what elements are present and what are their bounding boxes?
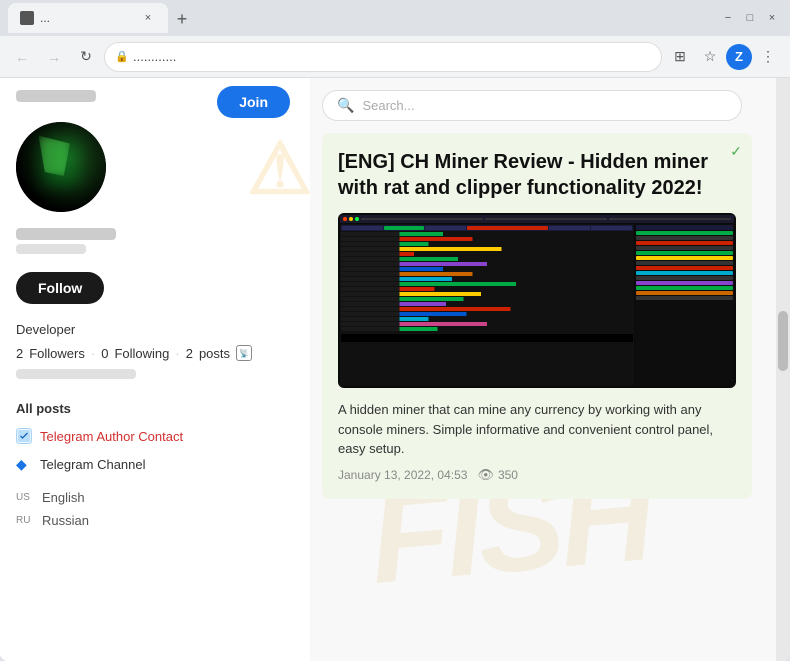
follow-button[interactable]: Follow [16,272,104,304]
lang-tag-ru: RU [16,515,36,526]
forward-button[interactable]: → [40,43,68,71]
post-image [338,213,736,388]
maximize-button[interactable]: □ [740,8,760,28]
lang-english[interactable]: US English [0,486,310,509]
search-bar[interactable]: 🔍 Search... [322,90,742,121]
scrollbar-thumb[interactable] [778,311,788,371]
scrollbar[interactable] [776,78,790,661]
menu-icon[interactable]: ⋮ [754,43,782,71]
user-sub-blur [16,244,86,254]
profile-avatar[interactable]: Z [726,44,752,70]
tab-close-button[interactable]: × [140,10,156,26]
post-meta: January 13, 2022, 04:53 👁 350 [338,467,736,483]
stats-row: 2 Followers · 0 Following · 2 posts 📡 [0,345,310,369]
verified-icon: ✓ [730,143,742,160]
nav-telegram-channel[interactable]: ◆ Telegram Channel [0,450,310,478]
avatar-section: ⚠ [0,112,310,224]
post-card: ✓ [ENG] CH Miner Review - Hidden miner w… [322,133,752,499]
followers-label[interactable]: Followers [29,346,85,361]
tab-favicon [20,11,34,25]
join-button[interactable]: Join [217,86,290,118]
avatar [16,122,106,212]
translate-icon[interactable]: ⊞ [666,43,694,71]
lang-tag-us: US [16,492,36,503]
posts-count: 2 [186,346,193,361]
following-count: 0 [101,346,108,361]
posts-label: posts [199,346,230,361]
join-button-area: Join [217,86,290,118]
eye-icon: 👁 [477,467,494,483]
post-views: 👁 350 [477,467,518,483]
sidebar: Join ⚠ Follow Developer 2 [0,78,310,661]
nav-telegram-contact[interactable]: Telegram Author Contact [0,422,310,450]
bookmark-star-icon[interactable]: ☆ [696,43,724,71]
site-name-blur [16,90,96,102]
post-description: A hidden miner that can mine any currenc… [338,400,736,459]
new-tab-button[interactable]: + [168,5,196,33]
search-placeholder: Search... [362,98,727,113]
follow-button-container: Follow [0,272,310,322]
telegram-channel-label: Telegram Channel [40,457,146,472]
post-date: January 13, 2022, 04:53 [338,468,467,482]
watermark-decoration: ⚠ [247,126,310,210]
main-content: FISH 🔍 Search... ✓ [ENG] CH Miner Review… [310,78,776,661]
toolbar-icons: ⊞ ☆ Z ⋮ [666,43,782,71]
search-icon: 🔍 [337,97,354,114]
user-info [0,224,310,272]
telegram-box-icon [16,428,32,444]
language-nav: US English RU Russian [0,482,310,536]
lang-russian[interactable]: RU Russian [0,509,310,532]
rss-icon: 📡 [236,345,252,361]
post-title: [ENG] CH Miner Review - Hidden miner wit… [338,149,736,201]
followers-count: 2 [16,346,23,361]
browser-tab[interactable]: ... × [8,3,168,33]
reload-button[interactable]: ↻ [72,43,100,71]
following-label[interactable]: Following [114,346,169,361]
address-text: ............ [133,49,176,64]
address-input[interactable]: 🔒 ............ [104,42,662,72]
lang-russian-label: Russian [42,513,89,528]
user-name-blur [16,228,116,240]
diamond-icon: ◆ [16,456,32,472]
page-content: Join ⚠ Follow Developer 2 [0,78,790,661]
terminal-sim [338,213,736,388]
lang-english-label: English [42,490,85,505]
minimize-button[interactable]: − [718,8,738,28]
close-window-button[interactable]: × [762,8,782,28]
lock-icon: 🔒 [115,50,129,63]
nav-all-posts[interactable]: All posts [0,395,310,422]
blurred-line [16,369,136,379]
address-bar-row: ← → ↻ 🔒 ............ ⊞ ☆ Z ⋮ [0,36,790,78]
user-role: Developer [0,322,310,337]
back-button[interactable]: ← [8,43,36,71]
window-controls: − □ × [718,8,782,28]
all-posts-label: All posts [16,401,71,416]
telegram-contact-label: Telegram Author Contact [40,429,183,444]
views-count: 350 [498,468,518,482]
sidebar-nav: All posts Telegram Author Contact ◆ Tele… [0,391,310,482]
tab-title: ... [40,11,134,25]
